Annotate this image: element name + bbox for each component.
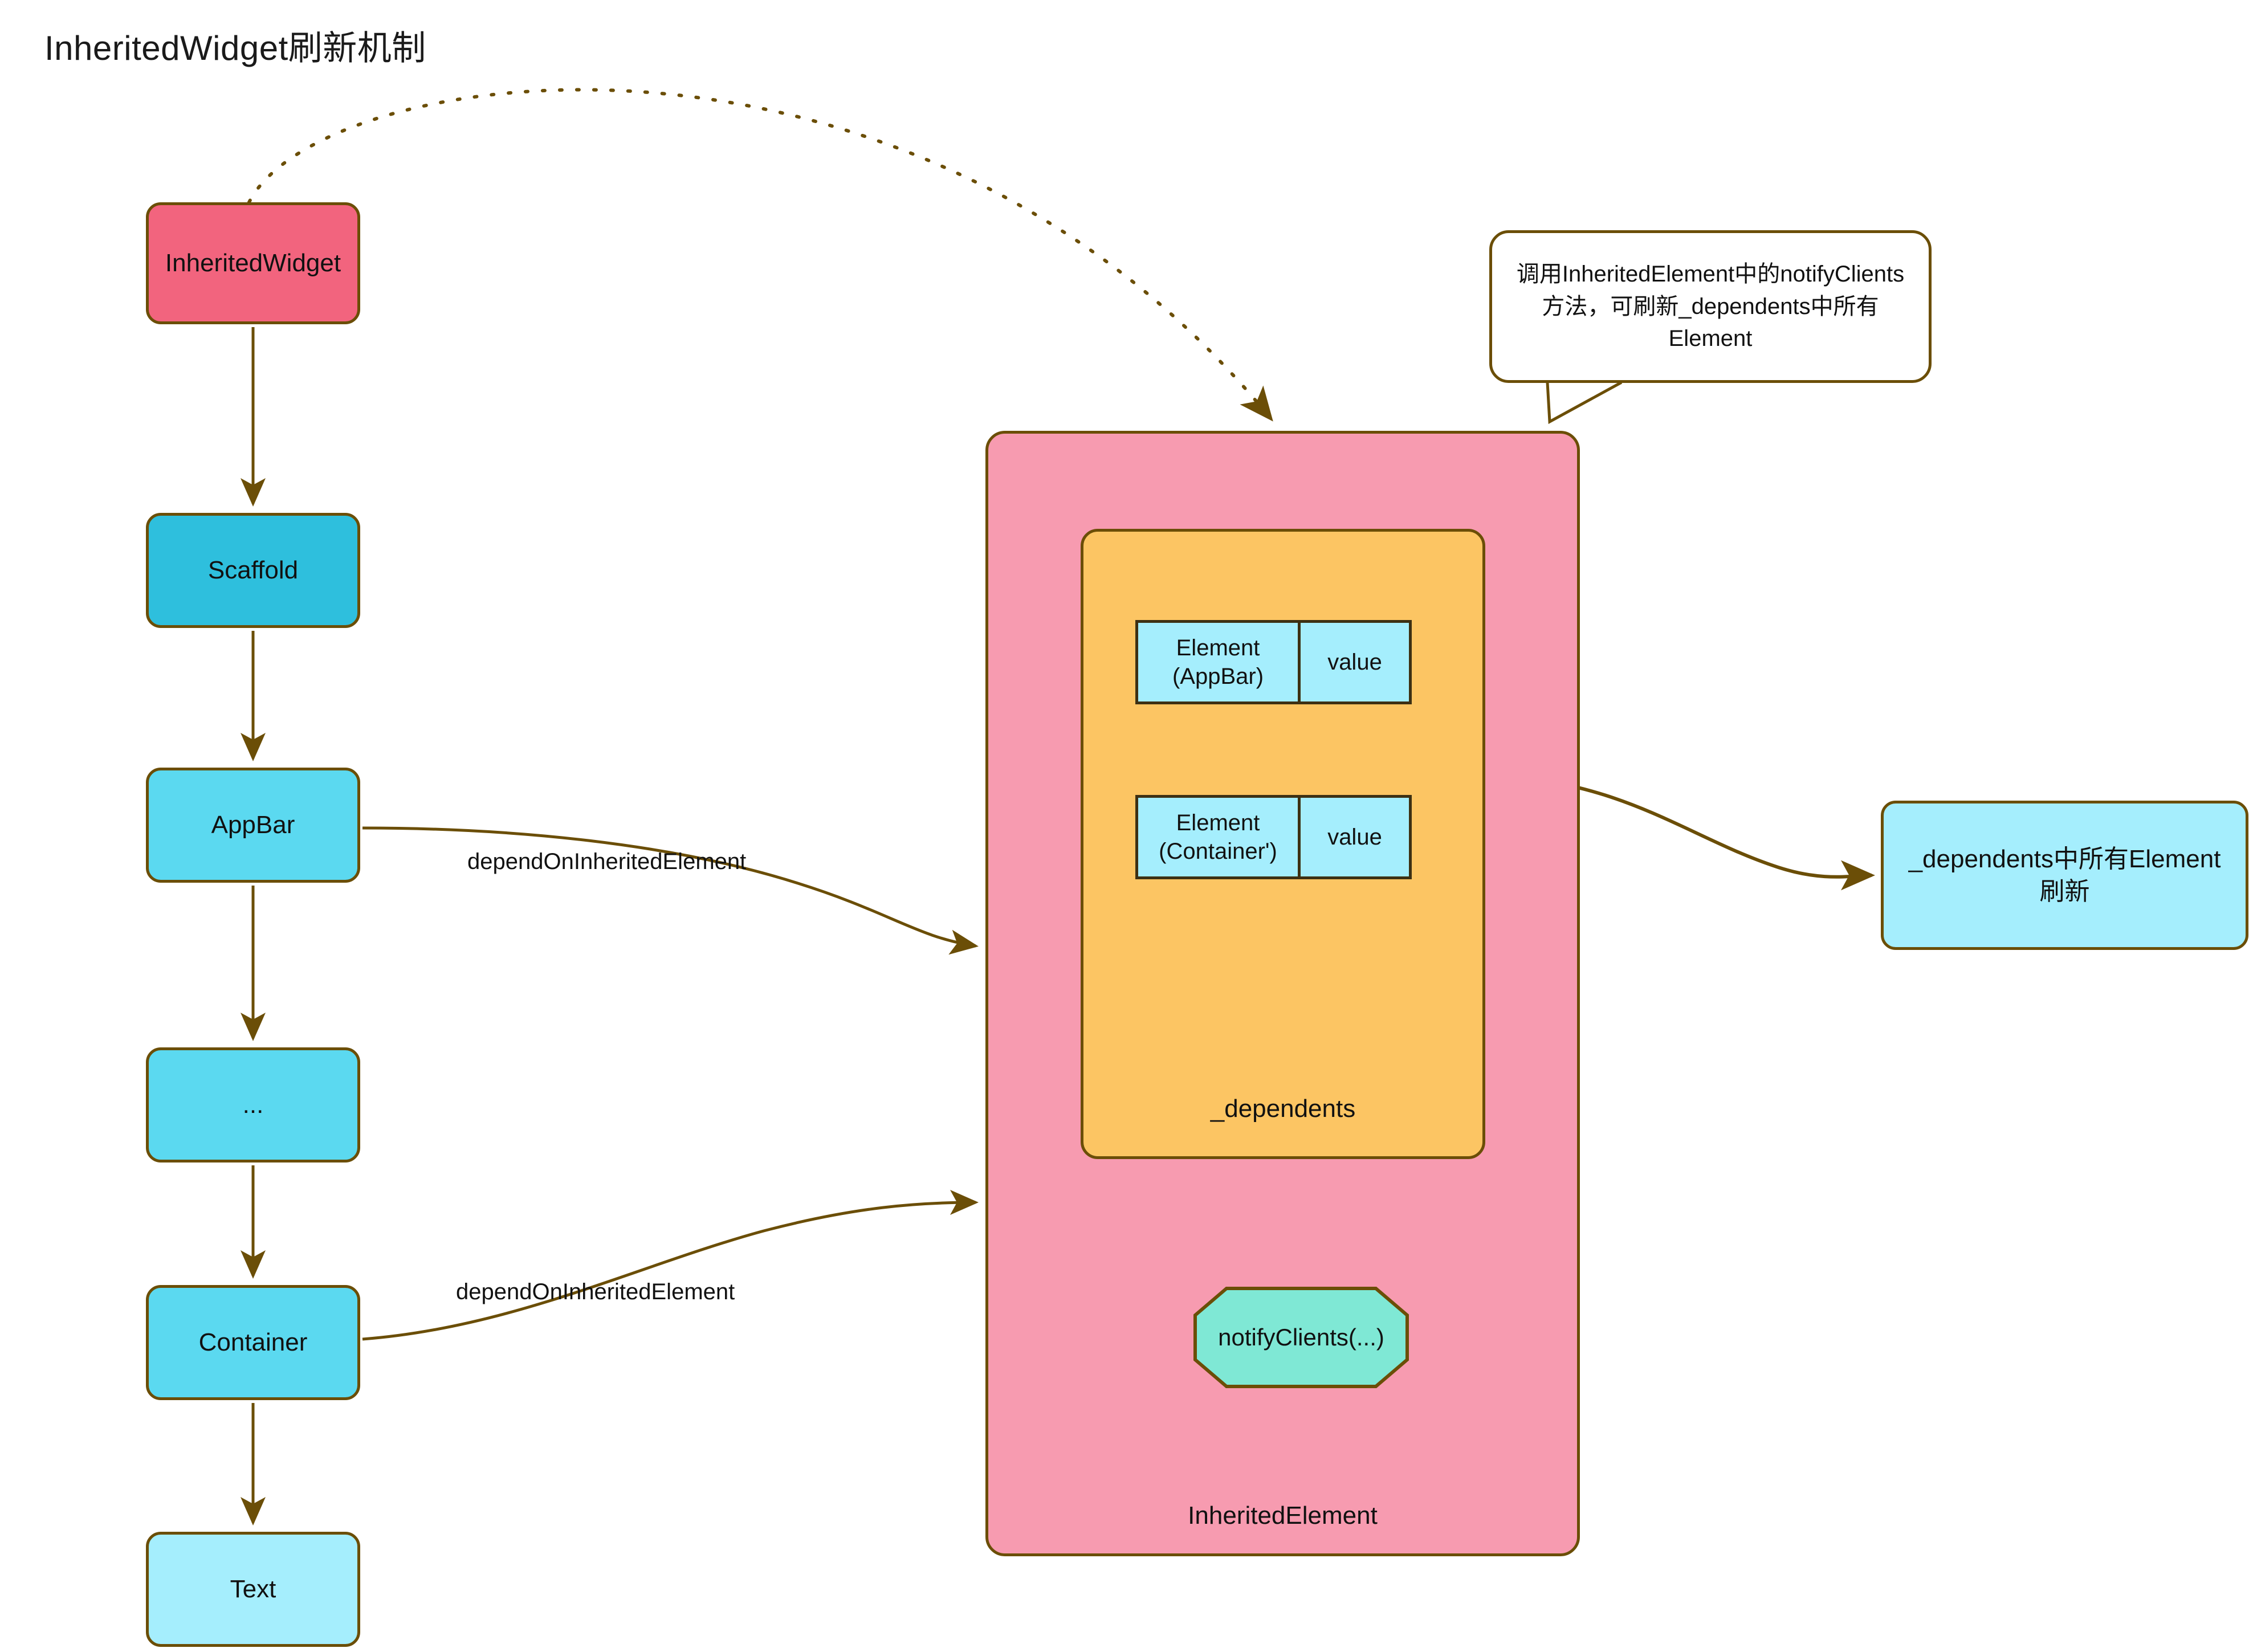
dependents-row-value-cell: value xyxy=(1298,795,1412,879)
inherited-element-label: InheritedElement xyxy=(1188,1501,1378,1529)
node-scaffold[interactable]: Scaffold xyxy=(146,513,360,628)
dependents-row-value-label: value xyxy=(1327,650,1382,675)
dependents-row-element-line2: (AppBar) xyxy=(1172,664,1264,689)
node-notify-clients[interactable]: notifyClients(...) xyxy=(1193,1287,1409,1388)
dependents-row[interactable]: Element (AppBar) value xyxy=(1135,620,1412,704)
dependents-label: _dependents xyxy=(1210,1095,1356,1123)
dependents-row-value-cell: value xyxy=(1298,620,1412,704)
page-title: InheritedWidget刷新机制 xyxy=(44,29,426,67)
node-appbar[interactable]: AppBar xyxy=(146,768,360,883)
node-text-label: Text xyxy=(230,1575,276,1604)
dependents-row-element-line2: (Container') xyxy=(1159,839,1277,864)
edge-container-inheritedelement xyxy=(362,1190,979,1341)
node-ellipsis[interactable]: ... xyxy=(146,1047,360,1162)
node-ellipsis-label: ... xyxy=(242,1091,264,1119)
node-scaffold-label: Scaffold xyxy=(207,556,299,585)
edge-label-container-depend: dependOnInheritedElement xyxy=(456,1279,735,1304)
dependents-row-element-cell: Element (Container') xyxy=(1135,795,1301,879)
diagram-canvas: InheritedWidget刷新机制 InheritedWidget Scaf… xyxy=(0,0,2249,1652)
dependents-row-element-cell: Element (AppBar) xyxy=(1135,620,1301,704)
dependents-row-element-line1: Element xyxy=(1176,810,1260,835)
node-inherited-widget-label: InheritedWidget xyxy=(165,249,341,278)
dependents-row-element-line1: Element xyxy=(1176,635,1260,660)
node-result-refresh[interactable]: _dependents中所有Element刷新 xyxy=(1881,801,2248,950)
node-inherited-widget[interactable]: InheritedWidget xyxy=(146,202,360,324)
dependents-row[interactable]: Element (Container') value xyxy=(1135,795,1412,879)
edge-appbar-inheritedelement xyxy=(362,826,979,955)
node-result-refresh-label: _dependents中所有Element刷新 xyxy=(1908,845,2221,905)
callout-text: 调用InheritedElement中的notifyClients方法，可刷新_… xyxy=(1516,261,1905,352)
edge-inheritedwidget-inheritedelement-dotted xyxy=(247,88,1273,422)
notify-clients-label: notifyClients(...) xyxy=(1218,1324,1384,1351)
node-appbar-label: AppBar xyxy=(211,811,295,839)
dependents-row-value-label: value xyxy=(1327,825,1382,850)
callout-bubble[interactable]: 调用InheritedElement中的notifyClients方法，可刷新_… xyxy=(1489,230,1932,383)
edge-label-appbar-depend: dependOnInheritedElement xyxy=(467,849,747,874)
node-container[interactable]: Container xyxy=(146,1285,360,1400)
node-text[interactable]: Text xyxy=(146,1532,360,1647)
node-container-label: Container xyxy=(198,1328,308,1357)
callout-tail xyxy=(1546,381,1623,425)
